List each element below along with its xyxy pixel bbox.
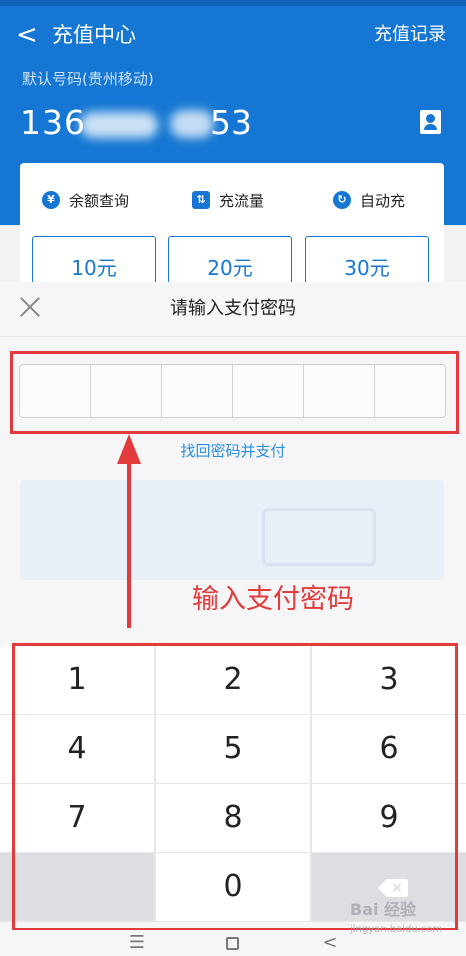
menu-icon[interactable]: ☰ <box>117 930 157 956</box>
arrow-shaft <box>127 456 131 628</box>
annotation-text: 输入支付密码 <box>192 584 354 615</box>
default-number-label: 默认号码(贵州移动) <box>22 70 154 88</box>
phone-number-prefix: 136 <box>20 103 86 142</box>
yen-circle-icon: ¥ <box>42 191 60 209</box>
sheet-title: 请输入支付密码 <box>170 298 296 319</box>
phone-number-suffix: 53 <box>210 103 252 142</box>
contact-book-icon[interactable] <box>420 110 441 134</box>
auto-recharge-button[interactable]: ↻ 自动充 <box>333 186 405 214</box>
forgot-password-link[interactable]: 找回密码并支付 <box>0 440 466 462</box>
highlight-password-box <box>10 351 459 434</box>
quick-action-label: 自动充 <box>360 191 406 210</box>
home-square-icon[interactable] <box>212 930 252 956</box>
status-bar <box>0 0 466 6</box>
phone-number-mask <box>170 110 214 138</box>
page-title: 充值中心 <box>52 23 136 47</box>
phone-number-mask <box>80 112 158 138</box>
balance-query-button[interactable]: ¥ 余额查询 <box>42 186 129 214</box>
background-banner-image <box>262 508 376 566</box>
back-triangle-icon[interactable]: < <box>310 930 350 956</box>
quick-action-label: 充流量 <box>219 191 265 210</box>
auto-recharge-icon: ↻ <box>333 191 351 209</box>
close-icon[interactable] <box>19 296 41 318</box>
baidu-watermark: Bai 经验 jingyan.baidu.com <box>350 900 443 935</box>
divider <box>0 336 466 337</box>
recharge-records-link[interactable]: 充值记录 <box>374 20 446 50</box>
quick-action-label: 余额查询 <box>69 191 130 210</box>
recharge-data-button[interactable]: ⇅ 充流量 <box>192 186 264 214</box>
background-banner <box>20 480 444 580</box>
chevron-left-icon[interactable]: < <box>16 20 42 50</box>
data-flow-icon: ⇅ <box>192 191 210 209</box>
highlight-keypad-box <box>12 643 458 931</box>
